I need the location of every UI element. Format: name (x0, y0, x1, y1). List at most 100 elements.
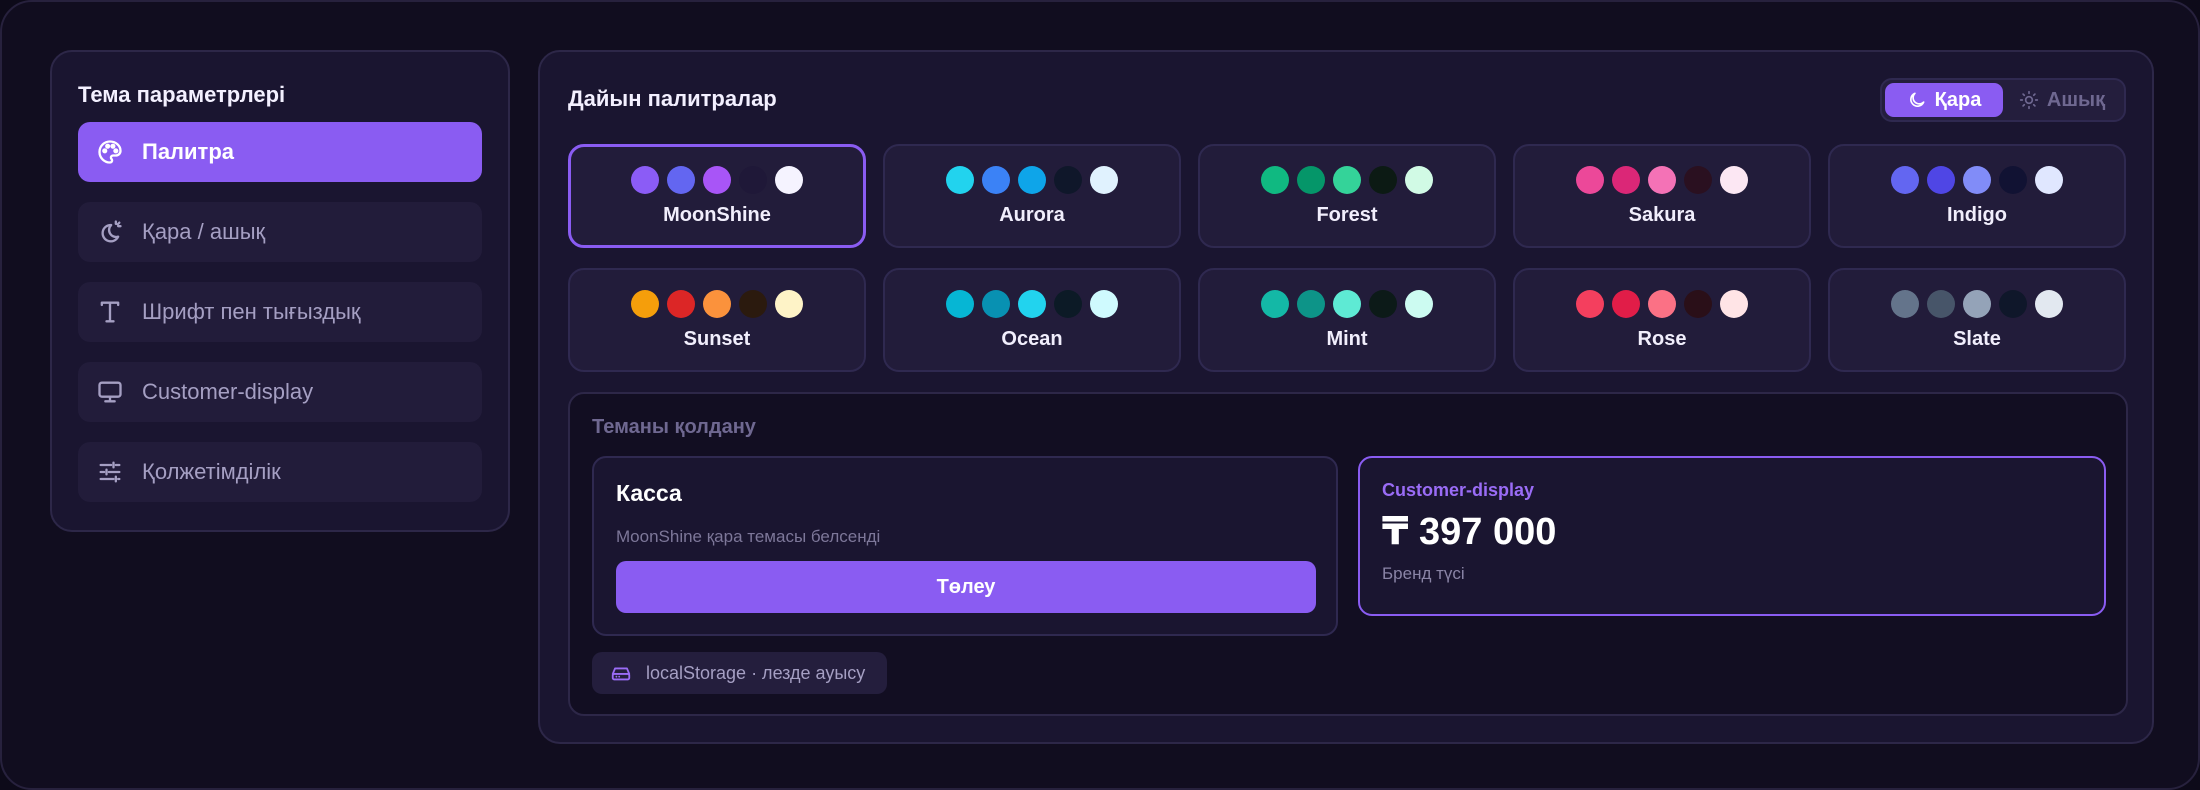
color-swatch (1648, 165, 1676, 194)
palette-name: Mint (1326, 327, 1368, 350)
moon-icon (1909, 92, 1925, 107)
kassa-card: Касса MoonShine қара темасы белсенді Төл… (592, 456, 1338, 636)
color-swatch (1963, 165, 1991, 194)
palette-panel: Дайын палитралар Қара Ашық MoonShine Auro… (538, 50, 2154, 744)
palette-name: MoonShine (663, 203, 771, 226)
color-swatch (1333, 289, 1361, 318)
light-mode-label: Ашық (2046, 88, 2106, 111)
color-swatch (1963, 289, 1991, 318)
color-swatch (1369, 289, 1397, 318)
color-swatch (946, 165, 974, 194)
color-swatch (775, 289, 803, 318)
color-swatch (1054, 165, 1082, 194)
color-swatch (775, 165, 803, 194)
color-swatch (1999, 165, 2027, 194)
customer-display-label: Customer-display (1382, 480, 1535, 500)
light-mode-button[interactable]: Ашық (2003, 83, 2121, 117)
color-swatch (1720, 289, 1748, 318)
color-swatch (1927, 165, 1955, 194)
color-swatch (667, 289, 695, 318)
sidebar-item-font-density[interactable]: Шрифт пен тығыздық (78, 282, 482, 342)
palette-card-sakura[interactable]: Sakura (1513, 144, 1811, 248)
hard-drive-icon (611, 667, 631, 681)
color-swatch (1891, 289, 1919, 318)
palette-name: Rose (1637, 327, 1687, 350)
customer-display-subtitle: Бренд түсі (1382, 564, 1465, 583)
storage-badge: localStorage · лезде ауысу (592, 652, 888, 694)
dark-mode-button[interactable]: Қара (1885, 83, 2003, 117)
color-swatch (1684, 165, 1712, 194)
type-icon (96, 298, 124, 326)
panel-title: Дайын палитралар (568, 86, 777, 111)
sidebar-item-dark-light[interactable]: Қара / ашық (78, 202, 482, 262)
color-swatch (631, 165, 659, 194)
color-swatch (946, 289, 974, 318)
color-swatch (1612, 289, 1640, 318)
palette-card-aurora[interactable]: Aurora (883, 144, 1181, 248)
palette-grid: MoonShine Aurora Forest Sakura Indigo Sunset O… (568, 144, 2128, 372)
palette-swatches (631, 165, 803, 194)
palette-card-mint[interactable]: Mint (1198, 268, 1496, 372)
color-swatch (1018, 165, 1046, 194)
color-swatch (1090, 289, 1118, 318)
color-swatch (1720, 165, 1748, 194)
theme-settings-sidebar: Тема параметрлері Палитра Қара / ашық Шр… (50, 50, 510, 532)
palette-card-moonshine[interactable]: MoonShine (568, 144, 866, 248)
palette-swatches (1891, 165, 2063, 194)
color-swatch (739, 165, 767, 194)
color-swatch (703, 165, 731, 194)
sidebar-item-customer-display[interactable]: Customer-display (78, 362, 482, 422)
color-swatch (1927, 289, 1955, 318)
sidebar-item-palette[interactable]: Палитра (78, 122, 482, 182)
palette-swatches (1576, 289, 1748, 318)
sidebar-item-label: Customer-display (142, 379, 314, 404)
color-swatch (1576, 289, 1604, 318)
color-swatch (1405, 289, 1433, 318)
palette-card-sunset[interactable]: Sunset (568, 268, 866, 372)
sidebar-item-accessibility[interactable]: Қолжетімділік (78, 442, 482, 502)
color-swatch (739, 289, 767, 318)
palette-name: Slate (1953, 327, 2001, 350)
sidebar-item-label: Қолжетімділік (142, 459, 281, 484)
sidebar-item-label: Палитра (142, 139, 234, 164)
color-swatch (703, 289, 731, 318)
sidebar-item-label: Қара / ашық (142, 219, 266, 244)
sidebar-title: Тема параметрлері (78, 82, 286, 107)
palette-card-forest[interactable]: Forest (1198, 144, 1496, 248)
color-swatch (1090, 165, 1118, 194)
color-swatch (1018, 289, 1046, 318)
palette-swatches (1261, 165, 1433, 194)
palette-name: Aurora (999, 203, 1065, 226)
palette-card-indigo[interactable]: Indigo (1828, 144, 2126, 248)
monitor-icon (96, 378, 124, 406)
palette-card-rose[interactable]: Rose (1513, 268, 1811, 372)
color-swatch (1576, 165, 1604, 194)
palette-swatches (1261, 289, 1433, 318)
theme-preview: Теманы қолдану Касса MoonShine қара тема… (568, 392, 2128, 716)
palette-card-ocean[interactable]: Ocean (883, 268, 1181, 372)
color-swatch (982, 289, 1010, 318)
pay-button[interactable]: Төлеу (616, 561, 1316, 613)
color-swatch (1999, 289, 2027, 318)
app-window: Тема параметрлері Палитра Қара / ашық Шр… (0, 0, 2200, 790)
color-swatch (1261, 289, 1289, 318)
sidebar-item-label: Шрифт пен тығыздық (142, 299, 361, 324)
palette-name: Ocean (1001, 327, 1063, 350)
color-swatch (1054, 289, 1082, 318)
color-swatch (1684, 289, 1712, 318)
color-swatch (1612, 165, 1640, 194)
color-swatch (667, 165, 695, 194)
sun-icon (2019, 90, 2039, 110)
color-swatch (1891, 165, 1919, 194)
palette-swatches (1891, 289, 2063, 318)
palette-card-slate[interactable]: Slate (1828, 268, 2126, 372)
storage-badge-label: localStorage · лезде ауысу (646, 662, 866, 683)
color-swatch (2035, 289, 2063, 318)
preview-title: Теманы қолдану (592, 416, 756, 438)
customer-display-amount: ₸ 397 000 (1382, 511, 1557, 553)
color-swatch (1405, 165, 1433, 194)
kassa-title: Касса (616, 480, 682, 506)
color-swatch (1297, 165, 1325, 194)
dark-light-toggle: Қара Ашық (1880, 78, 2126, 122)
palette-swatches (1576, 165, 1748, 194)
